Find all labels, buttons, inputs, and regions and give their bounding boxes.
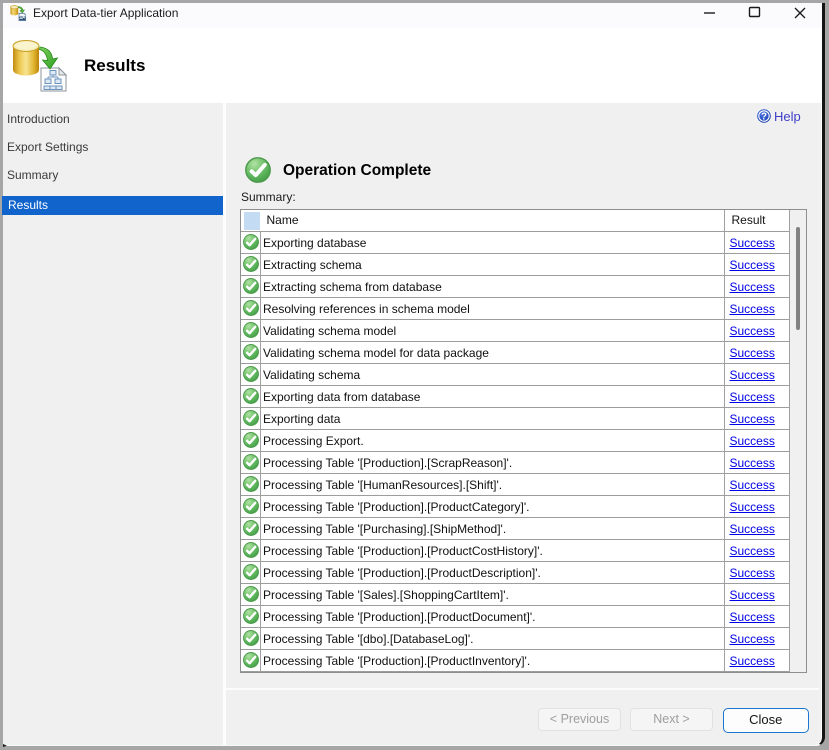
- svg-text:?: ?: [761, 111, 767, 122]
